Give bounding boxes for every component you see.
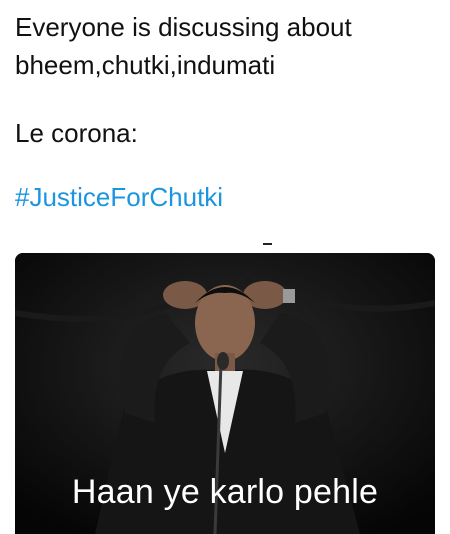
- hashtag-link[interactable]: #JusticeForChutki: [15, 178, 440, 216]
- post-text: Everyone is discussing about bheem,chutk…: [15, 8, 440, 216]
- post-text-line-2: bheem,chutki,indumati: [15, 50, 276, 80]
- post-text-line-3: Le corona:: [15, 118, 138, 148]
- divider-mark: [263, 243, 272, 245]
- meme-caption: Haan ye karlo pehle: [71, 473, 379, 511]
- post-text-line-1: Everyone is discussing about: [15, 12, 352, 42]
- meme-image: Haan ye karlo pehle: [15, 253, 435, 534]
